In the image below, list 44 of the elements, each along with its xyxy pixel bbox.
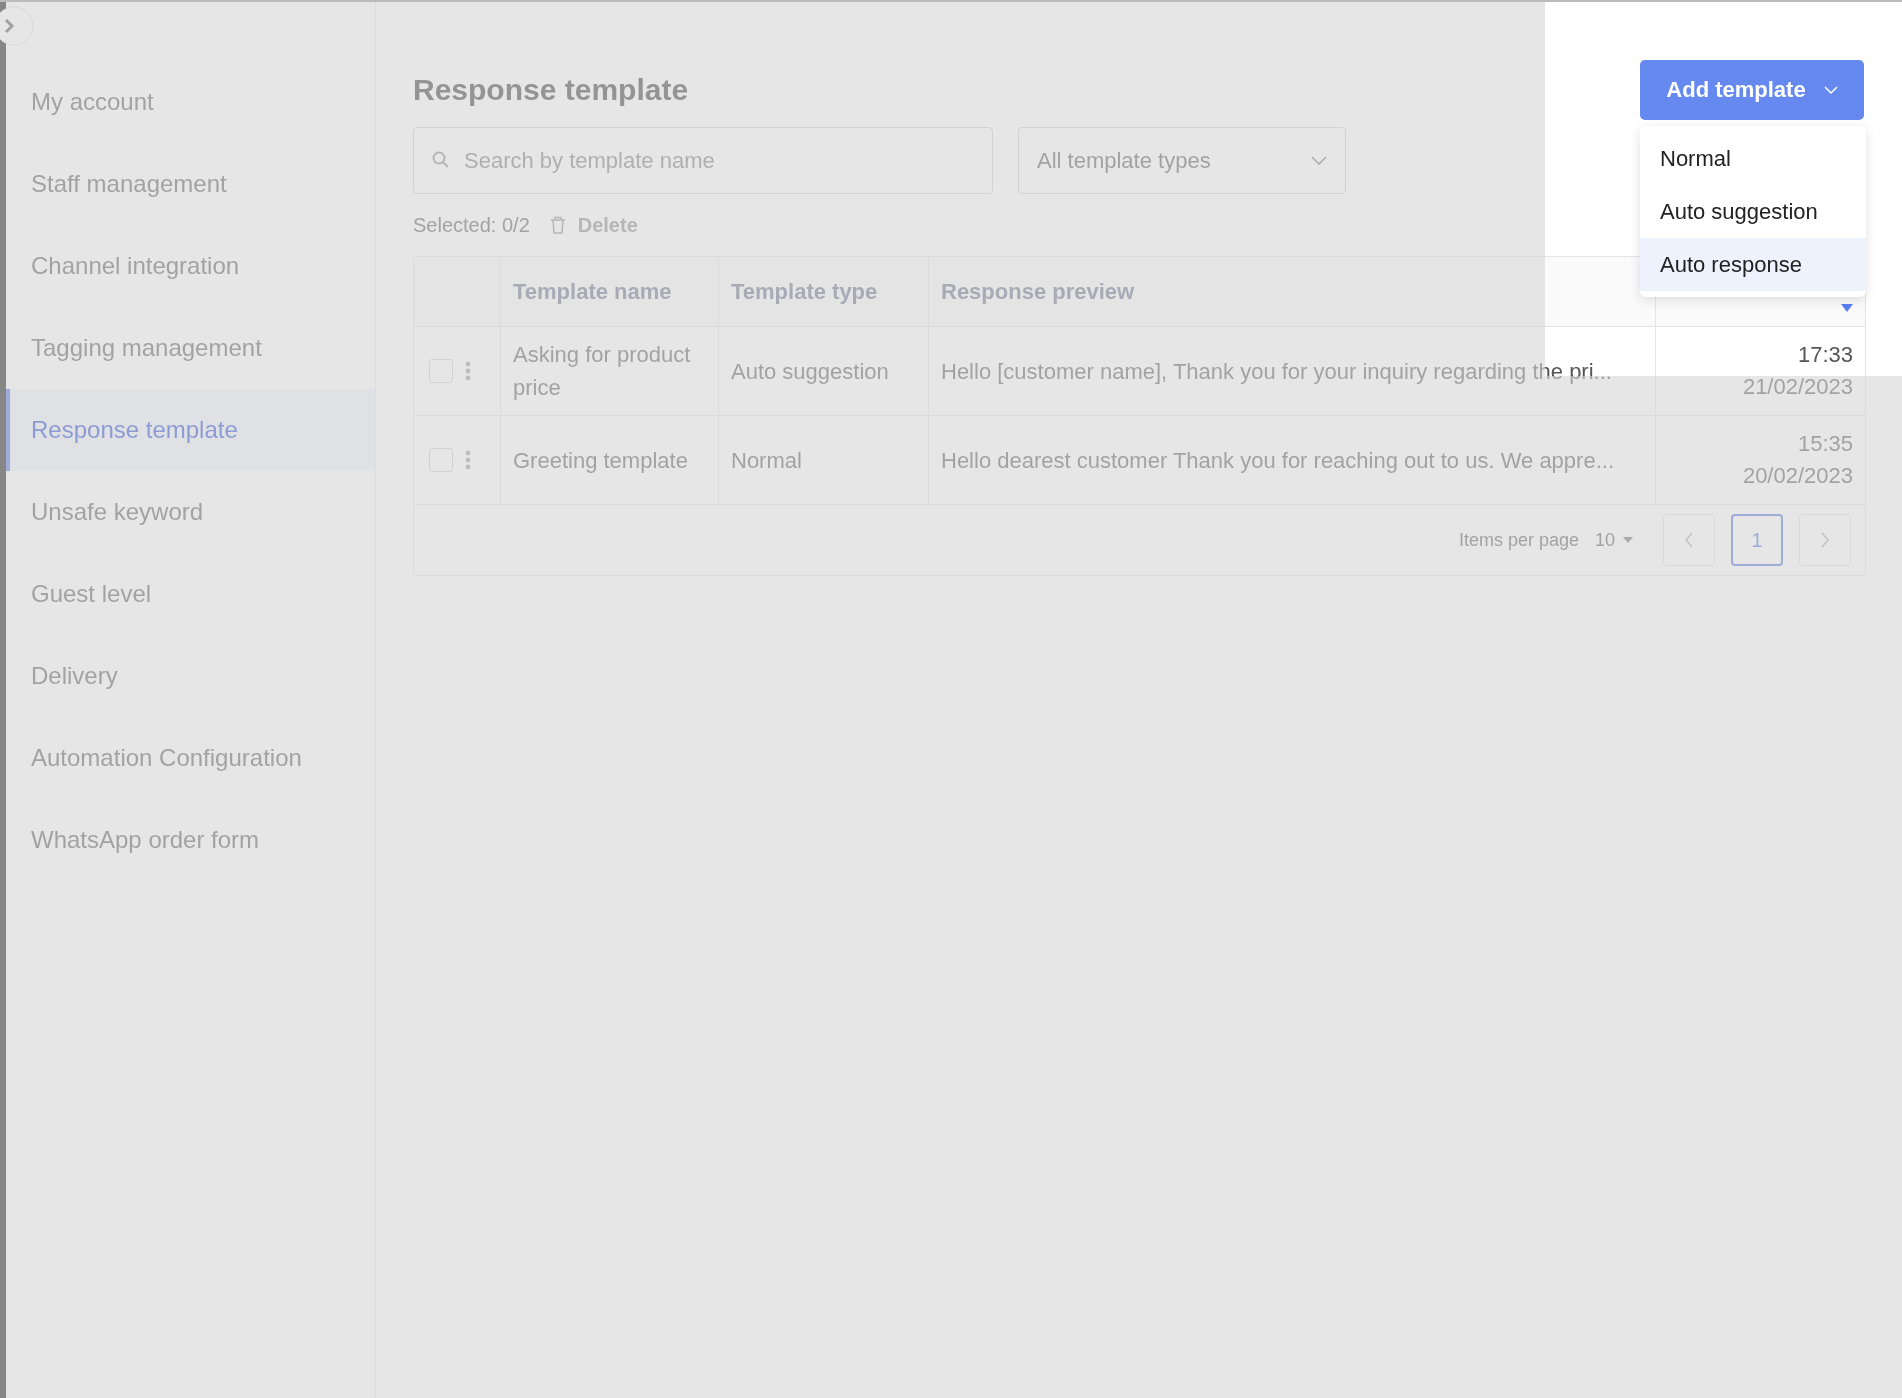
chevron-down-icon xyxy=(1823,85,1838,95)
sort-icon[interactable] xyxy=(1841,304,1853,312)
menu-item[interactable]: Normal xyxy=(1640,132,1866,185)
sidebar-item[interactable]: My account xyxy=(6,61,375,143)
add-template-button[interactable]: Add template xyxy=(1640,60,1864,120)
sidebar-item[interactable]: Guest level xyxy=(6,553,375,635)
page-button[interactable]: 1 xyxy=(1731,514,1783,566)
table-cell-text: Auto suggestion xyxy=(731,357,889,386)
search-icon xyxy=(431,150,451,170)
next-page-button[interactable] xyxy=(1799,514,1851,566)
selection-count: Selected: 0/2 xyxy=(413,213,530,237)
chevron-left-icon xyxy=(1684,532,1694,548)
sidebar-item[interactable]: Channel integration xyxy=(6,225,375,307)
table-cell-text: Asking for product price xyxy=(513,341,692,402)
sidebar-item[interactable]: Response template xyxy=(6,389,375,471)
type-filter-dropdown[interactable]: All template types xyxy=(1018,127,1346,194)
column-header[interactable]: Template type xyxy=(719,257,929,326)
table-cell-text: Normal xyxy=(731,446,802,475)
sidebar-item[interactable]: Tagging management xyxy=(6,307,375,389)
sidebar-item[interactable]: Automation Configuration xyxy=(6,717,375,799)
chevron-right-icon xyxy=(1820,532,1830,548)
table-cell-text: 15:35 xyxy=(1797,430,1853,459)
page-title: Response template xyxy=(413,73,689,107)
sidebar-item[interactable]: WhatsApp order form xyxy=(6,799,375,881)
table-cell-text: 20/02/2023 xyxy=(1742,462,1853,490)
menu-item[interactable]: Auto suggestion xyxy=(1640,185,1866,238)
trash-icon xyxy=(549,216,566,234)
previous-page-button[interactable] xyxy=(1663,514,1715,566)
table-cell-text: Greeting template xyxy=(513,446,688,475)
table-cell-text: Hello dearest customer Thank you for reaching out to us. We appre... xyxy=(941,446,1614,475)
column-header[interactable]: Template name xyxy=(501,257,719,326)
sidebar-item[interactable]: Unsafe keyword xyxy=(6,471,375,553)
table-cell-text: Hello [customer name], Thank you for your inquiry regarding the pri... xyxy=(941,357,1612,386)
sidebar-item[interactable]: Staff management xyxy=(6,143,375,225)
chevron-down-icon xyxy=(1311,155,1327,166)
table-cell-text: 17:33 xyxy=(1797,341,1853,370)
menu-item[interactable]: Auto response xyxy=(1640,238,1866,291)
items-per-page-label: Items per page xyxy=(1458,529,1579,551)
items-per-page-dropdown[interactable]: 10 xyxy=(1594,529,1633,551)
caret-down-icon xyxy=(1623,537,1633,543)
more-options-icon[interactable] xyxy=(465,361,471,381)
more-options-icon[interactable] xyxy=(465,450,471,470)
table-cell-text: 21/02/2023 xyxy=(1742,373,1853,401)
sidebar-item[interactable]: Delivery xyxy=(6,635,375,717)
